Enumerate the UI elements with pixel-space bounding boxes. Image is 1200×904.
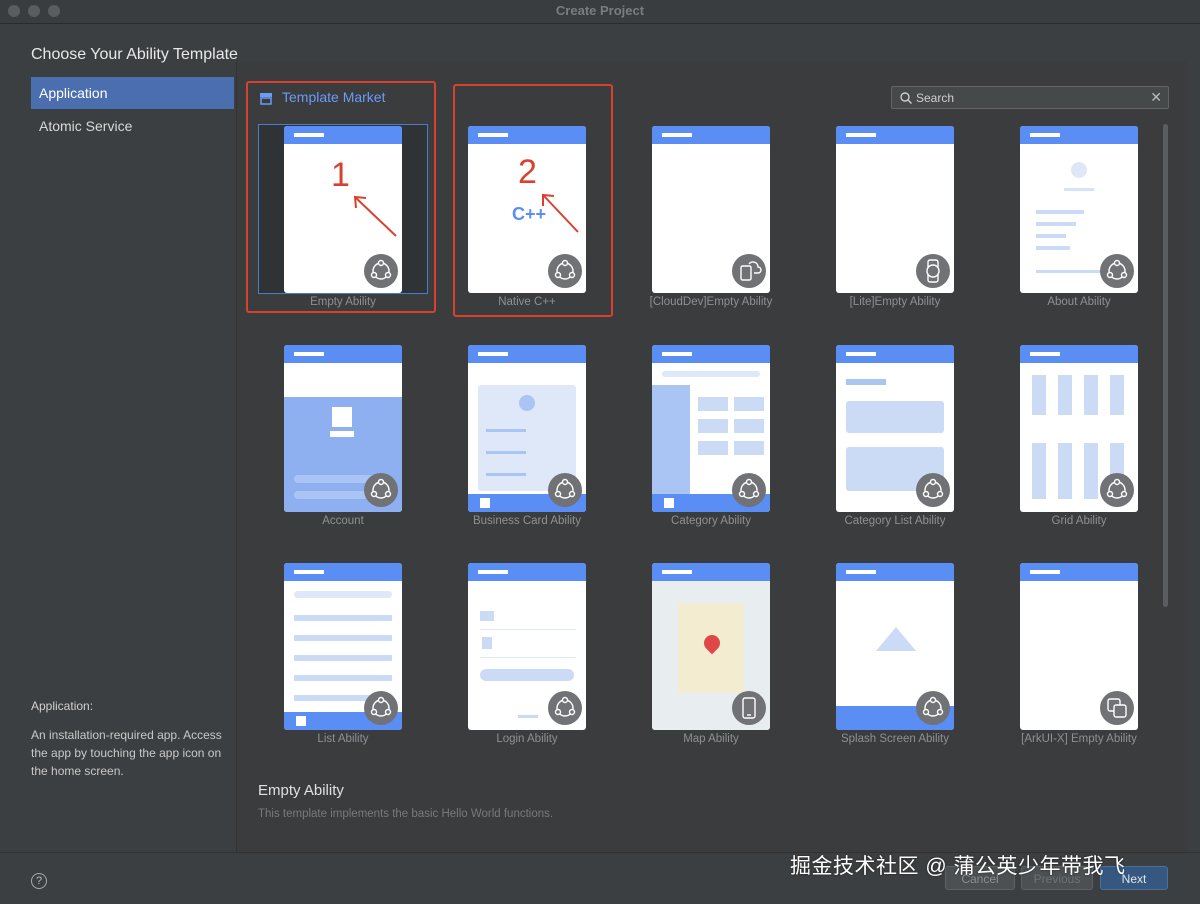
title-bar: Create Project bbox=[0, 0, 1200, 24]
annotation-box-2 bbox=[453, 84, 613, 317]
ability-icon bbox=[548, 473, 582, 507]
annotation-arrow-2 bbox=[542, 193, 579, 233]
watermark: 掘金技术社区 @ 蒲公英少年带我飞 bbox=[790, 855, 1126, 878]
ability-icon bbox=[916, 473, 950, 507]
annotation-number-2: 2 bbox=[518, 153, 537, 191]
template-card-list-ability[interactable]: List Ability bbox=[258, 563, 438, 753]
template-label: [ArkUI-X] Empty Ability bbox=[1021, 733, 1137, 745]
annotation-number-1: 1 bbox=[331, 156, 350, 194]
phone-icon bbox=[732, 691, 766, 725]
sidebar-item-atomic-service[interactable]: Atomic Service bbox=[31, 110, 234, 142]
template-card-arkui-x-empty-ability[interactable]: [ArkUI-X] Empty Ability bbox=[994, 563, 1174, 753]
template-label: Login Ability bbox=[496, 733, 558, 745]
template-card-category-list-ability[interactable]: Category List Ability bbox=[810, 345, 990, 535]
template-label: [Lite]Empty Ability bbox=[849, 296, 941, 308]
search-input[interactable] bbox=[916, 90, 1136, 106]
template-label: List Ability bbox=[317, 733, 369, 745]
clear-search-icon[interactable]: ✕ bbox=[1150, 89, 1162, 106]
window-title: Create Project bbox=[555, 3, 645, 18]
template-card-grid-ability[interactable]: Grid Ability bbox=[994, 345, 1174, 535]
template-label: Grid Ability bbox=[1051, 515, 1107, 527]
template-card-business-card-ability[interactable]: Business Card Ability bbox=[442, 345, 622, 535]
ability-icon bbox=[364, 473, 398, 507]
template-card-login-ability[interactable]: Login Ability bbox=[442, 563, 622, 753]
template-label: Splash Screen Ability bbox=[840, 733, 950, 745]
annotation-arrow-1 bbox=[353, 195, 397, 237]
ability-icon bbox=[548, 691, 582, 725]
ability-icon bbox=[1100, 473, 1134, 507]
cloud-dev-icon bbox=[732, 254, 766, 288]
template-label: Business Card Ability bbox=[472, 515, 582, 527]
sidebar-item-application[interactable]: Application bbox=[31, 77, 234, 109]
selected-template-description: This template implements the basic Hello… bbox=[258, 808, 554, 820]
template-label: About Ability bbox=[1047, 296, 1111, 308]
template-label: [CloudDev]Empty Ability bbox=[649, 296, 773, 308]
template-card-splash-screen-ability[interactable]: Splash Screen Ability bbox=[810, 563, 990, 753]
ability-icon bbox=[916, 691, 950, 725]
help-icon[interactable]: ? bbox=[31, 873, 47, 889]
template-card-category-ability[interactable]: Category Ability bbox=[626, 345, 806, 535]
description-text: An installation-required app. Access the… bbox=[31, 728, 222, 778]
template-card-map-ability[interactable]: Map Ability bbox=[626, 563, 806, 753]
template-card-lite-empty-ability[interactable]: [Lite]Empty Ability bbox=[810, 126, 990, 316]
page-title: Choose Your Ability Template bbox=[31, 46, 238, 63]
template-label: Category List Ability bbox=[844, 515, 946, 527]
ability-icon bbox=[732, 473, 766, 507]
annotation-box-1 bbox=[246, 81, 436, 313]
template-card-account[interactable]: Account bbox=[258, 345, 438, 535]
search-box: ✕ bbox=[891, 86, 1169, 109]
template-card-about-ability[interactable]: About Ability bbox=[994, 126, 1174, 316]
watch-icon bbox=[916, 254, 950, 288]
template-label: Map Ability bbox=[683, 733, 739, 745]
ability-icon bbox=[364, 691, 398, 725]
search-icon bbox=[900, 92, 912, 104]
cross-platform-icon bbox=[1100, 691, 1134, 725]
description-title: Application: bbox=[31, 699, 94, 713]
template-label: Category Ability bbox=[671, 515, 751, 527]
create-project-window: Create Project Choose Your Ability Templ… bbox=[0, 0, 1200, 904]
selected-template-title: Empty Ability bbox=[258, 782, 344, 799]
ability-icon bbox=[1100, 254, 1134, 288]
template-label: Account bbox=[322, 515, 364, 527]
template-card-clouddev-empty-ability[interactable]: [CloudDev]Empty Ability bbox=[626, 126, 806, 316]
